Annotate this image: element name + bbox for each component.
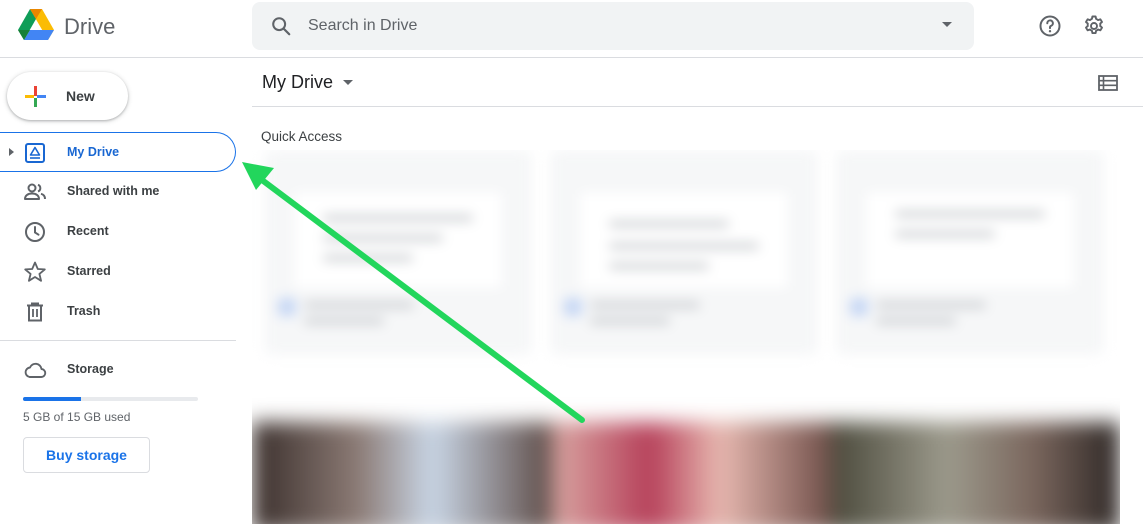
settings-icon[interactable] (1082, 14, 1106, 38)
google-drive-logo[interactable] (18, 9, 54, 42)
my-drive-icon (25, 143, 45, 163)
sidebar-divider (0, 340, 236, 341)
search-input[interactable] (308, 12, 908, 40)
star-icon (24, 261, 46, 282)
sidebar-item-label: My Drive (67, 145, 120, 159)
storage-usage-text: 5 GB of 15 GB used (23, 410, 131, 424)
chevron-down-icon[interactable] (343, 80, 353, 85)
blurred-file-area (252, 150, 1120, 524)
sidebar-item-label: Shared with me (67, 184, 160, 198)
trash-icon (27, 302, 43, 322)
quick-access-card[interactable] (264, 150, 532, 355)
main-header-divider (252, 106, 1143, 107)
sidebar-item-shared-with-me[interactable]: Shared with me (0, 172, 236, 212)
search-bar[interactable] (252, 2, 974, 50)
clock-icon (25, 222, 45, 242)
sidebar-item-my-drive[interactable]: My Drive (0, 132, 236, 172)
sidebar-item-label: Trash (67, 304, 101, 318)
top-bar: Drive (0, 0, 1143, 58)
quick-access-card[interactable] (550, 150, 818, 355)
page-title[interactable]: My Drive (262, 72, 333, 93)
people-icon (24, 183, 46, 200)
expand-arrow-icon[interactable] (9, 148, 14, 156)
storage-usage-bar (23, 397, 198, 401)
new-button[interactable]: New (7, 72, 128, 120)
search-options-dropdown-icon[interactable] (942, 22, 952, 27)
storage-label[interactable]: Storage (67, 362, 114, 376)
app-name: Drive (64, 14, 116, 39)
search-icon[interactable] (270, 15, 292, 37)
sidebar-item-trash[interactable]: Trash (0, 292, 236, 332)
storage-usage-fill (23, 397, 81, 401)
buy-storage-button[interactable]: Buy storage (23, 437, 150, 473)
list-view-icon[interactable] (1097, 72, 1119, 94)
sidebar-item-label: Recent (67, 224, 109, 238)
quick-access-card[interactable] (836, 150, 1104, 355)
sidebar-item-label: Starred (67, 264, 111, 278)
new-button-label: New (66, 88, 95, 104)
blurred-photo-grid (252, 422, 1120, 524)
cloud-icon (24, 362, 47, 378)
sidebar-item-starred[interactable]: Starred (0, 252, 236, 292)
sidebar-item-recent[interactable]: Recent (0, 212, 236, 252)
help-icon[interactable] (1038, 14, 1062, 38)
multicolor-plus-icon (25, 86, 46, 107)
quick-access-heading: Quick Access (261, 129, 343, 144)
